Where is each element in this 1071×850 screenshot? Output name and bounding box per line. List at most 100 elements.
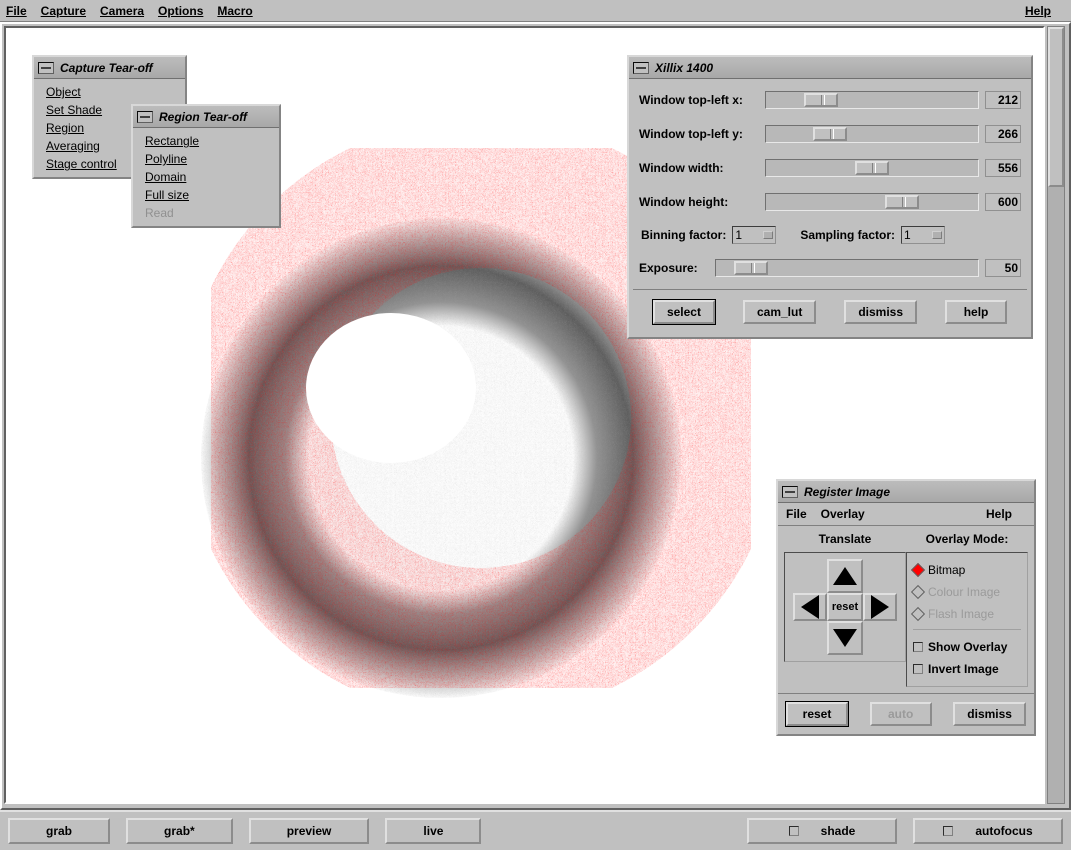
- arrow-down-icon: [833, 629, 857, 647]
- value[interactable]: 600: [985, 193, 1021, 211]
- scrollbar-thumb[interactable]: [1048, 27, 1064, 187]
- row-window-width: Window width: 556: [633, 151, 1027, 185]
- slider-window-width[interactable]: [765, 159, 979, 177]
- live-button[interactable]: live: [385, 818, 481, 844]
- window-menu-icon[interactable]: [782, 486, 798, 498]
- slider-window-top-left-x[interactable]: [765, 91, 979, 109]
- radio-colour-image: Colour Image: [913, 581, 1021, 603]
- row-window-height: Window height: 600: [633, 185, 1027, 219]
- register-menubar: File Overlay Help: [778, 503, 1034, 526]
- titlebar[interactable]: Register Image: [778, 481, 1034, 503]
- slider-exposure[interactable]: [715, 259, 979, 277]
- autofocus-toggle[interactable]: autofocus: [913, 818, 1063, 844]
- select-button[interactable]: select: [653, 300, 715, 324]
- help-button[interactable]: help: [945, 300, 1007, 324]
- checkbox-icon: [943, 826, 953, 836]
- register-body: Translate reset Overlay Mode: Bitmap Col…: [778, 526, 1034, 693]
- register-image-window[interactable]: Register Image File Overlay Help Transla…: [776, 479, 1036, 736]
- diamond-icon: [911, 585, 925, 599]
- checkbox-icon: [913, 642, 923, 652]
- arrow-up-button[interactable]: [827, 559, 863, 593]
- grab-button[interactable]: grab: [8, 818, 110, 844]
- value[interactable]: 266: [985, 125, 1021, 143]
- dropdown-icon: [763, 231, 773, 239]
- vertical-scrollbar[interactable]: [1047, 26, 1065, 804]
- row-window-top-left-x: Window top-left x: 212: [633, 83, 1027, 117]
- menu-item-rectangle[interactable]: Rectangle: [137, 132, 275, 150]
- checkbox-icon: [913, 664, 923, 674]
- value[interactable]: 556: [985, 159, 1021, 177]
- menu-overlay[interactable]: Overlay: [821, 507, 865, 521]
- menu-item-domain[interactable]: Domain: [137, 168, 275, 186]
- region-tearoff-window[interactable]: Region Tear-off Rectangle Polyline Domai…: [131, 104, 281, 228]
- row-exposure: Exposure: 50: [633, 251, 1027, 285]
- check-show-overlay[interactable]: Show Overlay: [913, 636, 1021, 658]
- binning-label: Binning factor:: [641, 228, 726, 242]
- dropdown-icon: [932, 231, 942, 239]
- menu-list: Rectangle Polyline Domain Full size Read: [133, 128, 279, 226]
- arrow-right-icon: [871, 595, 889, 619]
- radio-flash-image: Flash Image: [913, 603, 1021, 625]
- xillix-window[interactable]: Xillix 1400 Window top-left x: 212 Windo…: [627, 55, 1033, 339]
- menu-macro[interactable]: Macro: [217, 4, 252, 18]
- menu-help[interactable]: Help: [1025, 4, 1051, 18]
- label: Window top-left y:: [639, 127, 759, 141]
- slider-window-height[interactable]: [765, 193, 979, 211]
- arrow-right-button[interactable]: [863, 593, 897, 621]
- auto-button: auto: [870, 702, 932, 726]
- label: Exposure:: [639, 261, 709, 275]
- sampling-combo[interactable]: 1: [901, 226, 945, 244]
- register-button-row: reset auto dismiss: [778, 693, 1034, 734]
- value[interactable]: 50: [985, 259, 1021, 277]
- check-invert-image[interactable]: Invert Image: [913, 658, 1021, 680]
- reset-button[interactable]: reset: [786, 702, 848, 726]
- button-row: select cam_lut dismiss help: [633, 289, 1027, 333]
- value[interactable]: 212: [985, 91, 1021, 109]
- bottom-bar: grab grab* preview live shade autofocus: [0, 810, 1071, 850]
- checkbox-icon: [789, 826, 799, 836]
- overlay-heading: Overlay Mode:: [906, 532, 1028, 546]
- titlebar[interactable]: Capture Tear-off: [34, 57, 185, 79]
- diamond-icon: [911, 607, 925, 621]
- menu-capture[interactable]: Capture: [41, 4, 86, 18]
- binning-combo[interactable]: 1: [732, 226, 776, 244]
- panel-body: Window top-left x: 212 Window top-left y…: [629, 79, 1031, 337]
- label: Window top-left x:: [639, 93, 759, 107]
- grab-star-button[interactable]: grab*: [126, 818, 233, 844]
- menu-item-polyline[interactable]: Polyline: [137, 150, 275, 168]
- window-menu-icon[interactable]: [633, 62, 649, 74]
- menu-camera[interactable]: Camera: [100, 4, 144, 18]
- window-title: Register Image: [804, 485, 890, 499]
- dismiss-button[interactable]: dismiss: [953, 702, 1026, 726]
- row-binning-sampling: Binning factor: 1 Sampling factor: 1: [633, 219, 1027, 251]
- menu-file[interactable]: File: [786, 507, 807, 521]
- menu-item-full-size[interactable]: Full size: [137, 186, 275, 204]
- titlebar[interactable]: Xillix 1400: [629, 57, 1031, 79]
- window-menu-icon[interactable]: [38, 62, 54, 74]
- menu-item-read: Read: [137, 204, 275, 222]
- reset-center-button[interactable]: reset: [827, 593, 863, 621]
- cam-lut-button[interactable]: cam_lut: [743, 300, 816, 324]
- dismiss-button[interactable]: dismiss: [844, 300, 917, 324]
- diamond-icon: [911, 563, 925, 577]
- app-menubar: File Capture Camera Options Macro Help: [0, 0, 1071, 22]
- menu-options[interactable]: Options: [158, 4, 203, 18]
- label: Window height:: [639, 195, 759, 209]
- overlay-mode-group: Bitmap Colour Image Flash Image Show Ove…: [906, 552, 1028, 687]
- menu-help[interactable]: Help: [986, 507, 1012, 521]
- shade-toggle[interactable]: shade: [747, 818, 897, 844]
- menu-item-object[interactable]: Object: [38, 83, 181, 101]
- arrow-down-button[interactable]: [827, 621, 863, 655]
- window-title: Region Tear-off: [159, 110, 247, 124]
- arrow-left-icon: [801, 595, 819, 619]
- radio-bitmap[interactable]: Bitmap: [913, 559, 1021, 581]
- label: Window width:: [639, 161, 759, 175]
- window-title: Capture Tear-off: [60, 61, 153, 75]
- slider-window-top-left-y[interactable]: [765, 125, 979, 143]
- window-menu-icon[interactable]: [137, 111, 153, 123]
- sampling-label: Sampling factor:: [800, 228, 895, 242]
- arrow-left-button[interactable]: [793, 593, 827, 621]
- menu-file[interactable]: File: [6, 4, 27, 18]
- preview-button[interactable]: preview: [249, 818, 370, 844]
- titlebar[interactable]: Region Tear-off: [133, 106, 279, 128]
